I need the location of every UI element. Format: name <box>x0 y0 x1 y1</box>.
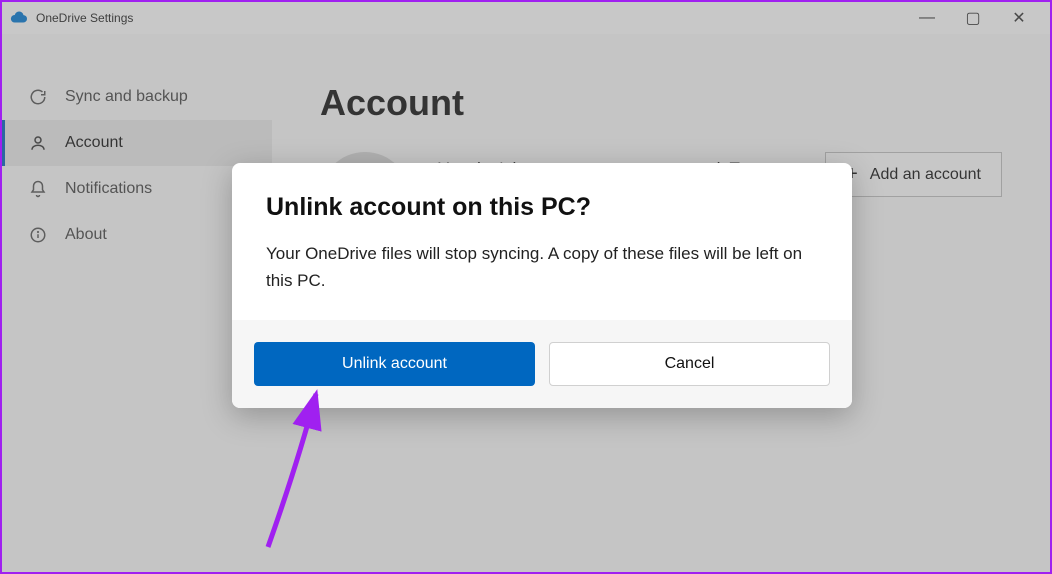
sidebar-item-label: Account <box>65 134 123 152</box>
sidebar-item-label: Notifications <box>65 180 152 198</box>
account-icon <box>29 134 47 152</box>
unlink-dialog: Unlink account on this PC? Your OneDrive… <box>232 163 852 408</box>
sidebar-item-label: Sync and backup <box>65 88 188 106</box>
info-icon <box>29 226 47 244</box>
minimize-button[interactable]: — <box>904 4 950 32</box>
cancel-button[interactable]: Cancel <box>549 342 830 386</box>
dialog-title: Unlink account on this PC? <box>266 193 818 222</box>
sync-icon <box>29 88 47 106</box>
sidebar-item-sync-and-backup[interactable]: Sync and backup <box>2 74 272 120</box>
window-title: OneDrive Settings <box>36 11 133 25</box>
close-button[interactable]: ✕ <box>996 4 1042 32</box>
dialog-text: Your OneDrive files will stop syncing. A… <box>266 240 818 294</box>
titlebar-controls: — ▢ ✕ <box>904 4 1042 32</box>
unlink-account-button[interactable]: Unlink account <box>254 342 535 386</box>
page-title: Account <box>320 82 1002 124</box>
titlebar: OneDrive Settings — ▢ ✕ <box>2 2 1050 34</box>
add-account-label: Add an account <box>870 166 981 184</box>
titlebar-left: OneDrive Settings <box>10 9 133 27</box>
bell-icon <box>29 180 47 198</box>
maximize-button[interactable]: ▢ <box>950 4 996 32</box>
onedrive-cloud-icon <box>10 9 28 27</box>
dialog-footer: Unlink account Cancel <box>232 320 852 408</box>
sidebar-item-account[interactable]: Account <box>2 120 272 166</box>
dialog-body: Unlink account on this PC? Your OneDrive… <box>232 163 852 320</box>
sidebar-item-label: About <box>65 226 107 244</box>
